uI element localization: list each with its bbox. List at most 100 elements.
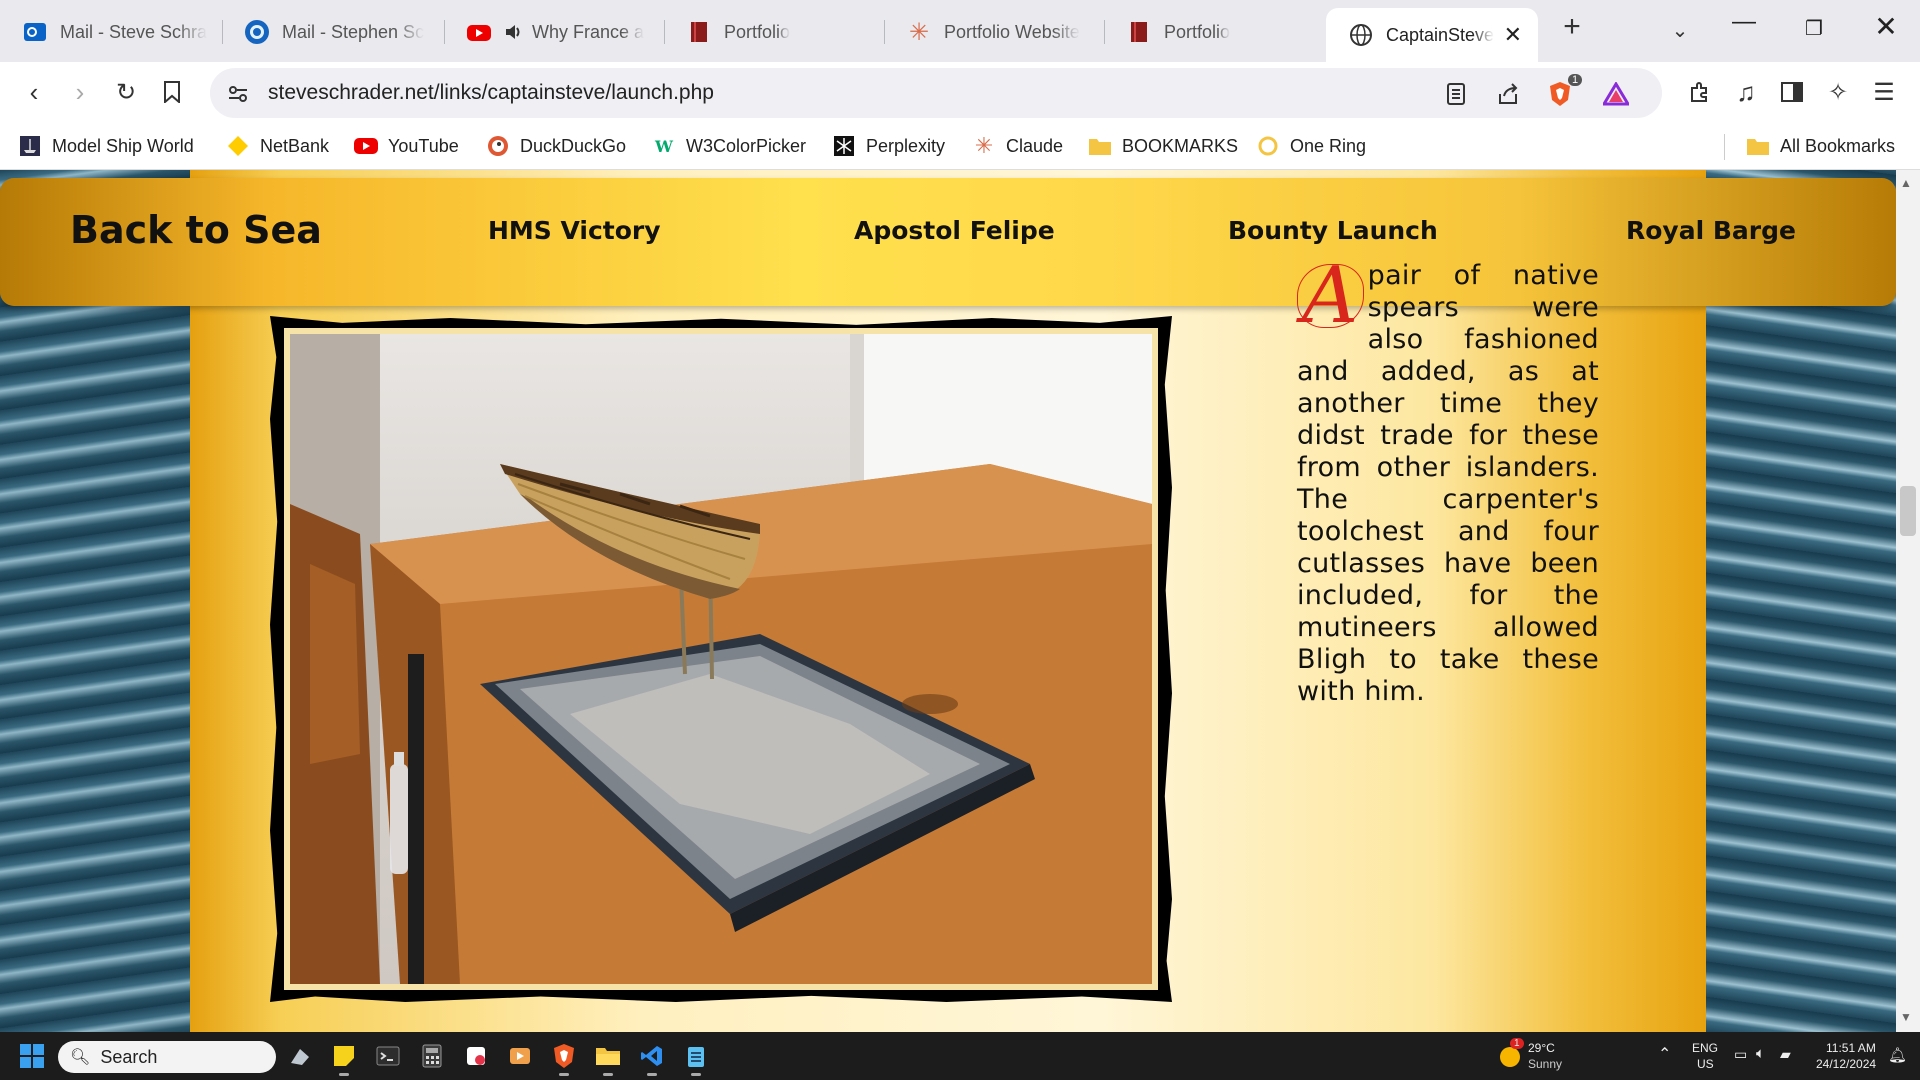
page-scrollbar[interactable]: ▲ ▼ xyxy=(1896,170,1920,1032)
start-button[interactable] xyxy=(20,1044,44,1068)
ring-icon xyxy=(1256,134,1280,158)
snipping-tool-app-icon[interactable] xyxy=(462,1042,490,1070)
scrollbar-thumb[interactable] xyxy=(1900,486,1916,536)
bookmark-netbank[interactable]: NetBank xyxy=(226,134,329,158)
scroll-down-arrow-icon[interactable]: ▼ xyxy=(1900,1010,1912,1024)
leo-ai-icon[interactable]: ✧ xyxy=(1820,74,1856,110)
menu-icon[interactable]: ☰ xyxy=(1866,74,1902,110)
notifications-bell-icon[interactable]: 🔔︎ xyxy=(1888,1046,1907,1064)
nav-link-bounty-launch[interactable]: Bounty Launch xyxy=(1228,216,1438,245)
bookmark-claude[interactable]: ✳ Claude xyxy=(972,133,1063,158)
bookmark-one-ring[interactable]: One Ring xyxy=(1256,134,1366,158)
bookmark-label: One Ring xyxy=(1290,135,1367,156)
tab-youtube-video[interactable]: Why France a xyxy=(444,8,659,56)
widgets-app-icon[interactable] xyxy=(286,1042,314,1070)
address-bar[interactable]: steveschrader.net/links/captainsteve/lau… xyxy=(210,68,1662,118)
bookmark-page-button[interactable] xyxy=(154,74,190,110)
battery-icon[interactable]: ▰ xyxy=(1780,1046,1791,1063)
bookmark-perplexity[interactable]: Perplexity xyxy=(832,134,945,158)
media-music-icon[interactable]: ♫ xyxy=(1728,74,1764,110)
book-icon xyxy=(686,19,712,45)
bookmark-label: DuckDuckGo xyxy=(520,135,627,156)
search-icon: 🔍︎ xyxy=(70,1049,91,1066)
weather-temperature[interactable]: 29°C xyxy=(1528,1041,1555,1055)
tab-captainsteve[interactable]: CaptainSteve ✕ xyxy=(1326,8,1538,62)
bookmark-w3colorpicker[interactable]: W W3ColorPicker xyxy=(652,134,806,158)
extensions-icon[interactable] xyxy=(1682,74,1718,110)
clock-date[interactable]: 24/12/2024 xyxy=(1816,1057,1876,1071)
globe-icon xyxy=(1348,22,1374,48)
bookmark-youtube[interactable]: YouTube xyxy=(354,134,459,158)
language-indicator-top[interactable]: ENG xyxy=(1692,1041,1718,1055)
sidebar-toggle-icon[interactable] xyxy=(1774,74,1810,110)
perplexity-icon xyxy=(832,134,856,158)
taskbar-search[interactable]: 🔍︎ Search xyxy=(58,1041,276,1073)
folder-icon xyxy=(1746,134,1770,158)
new-tab-button[interactable]: + xyxy=(1554,10,1590,44)
url-text[interactable]: steveschrader.net/links/captainsteve/lau… xyxy=(268,81,714,105)
youtube-icon xyxy=(354,134,378,158)
bookmark-folder-bookmarks[interactable]: BOOKMARKS xyxy=(1088,134,1238,158)
bookmark-label: Model Ship World xyxy=(52,135,194,156)
search-placeholder: Search xyxy=(100,1046,158,1067)
site-settings-icon[interactable] xyxy=(224,80,252,108)
tab-portfolio-website[interactable]: ✳ Portfolio Website xyxy=(884,8,1099,56)
calculator-app-icon[interactable] xyxy=(418,1042,446,1070)
bookmark-label: BOOKMARKS xyxy=(1122,135,1239,156)
bounty-launch-model-photo xyxy=(290,334,1152,984)
tab-title: Portfolio xyxy=(724,21,791,42)
weather-description[interactable]: Sunny xyxy=(1528,1057,1562,1071)
bookmark-model-ship-world[interactable]: Model Ship World xyxy=(18,134,194,158)
bookmarks-divider xyxy=(1724,134,1725,160)
clock-time[interactable]: 11:51 AM xyxy=(1826,1041,1876,1055)
nav-link-royal-barge[interactable]: Royal Barge xyxy=(1626,216,1796,245)
site-navigation: Back to Sea HMS Victory Apostol Felipe B… xyxy=(0,178,1896,306)
close-tab-icon[interactable]: ✕ xyxy=(1504,22,1522,48)
forward-button[interactable]: › xyxy=(62,74,98,110)
tab-mail-outlook[interactable]: Mail - Steve Schra xyxy=(0,8,215,56)
weather-alert-badge: 1 xyxy=(1510,1038,1524,1049)
volume-icon[interactable]: 🔈︎ xyxy=(1756,1045,1765,1062)
scroll-up-arrow-icon[interactable]: ▲ xyxy=(1900,176,1912,190)
bookmark-duckduckgo[interactable]: DuckDuckGo xyxy=(486,134,626,158)
tab-portfolio-2[interactable]: Portfolio xyxy=(1104,8,1319,56)
vscode-app-icon[interactable] xyxy=(638,1042,666,1076)
tab-portfolio-1[interactable]: Portfolio xyxy=(664,8,879,56)
bookmark-label: W3ColorPicker xyxy=(686,135,807,156)
all-bookmarks-button[interactable]: All Bookmarks xyxy=(1746,134,1895,158)
back-button[interactable]: ‹ xyxy=(16,74,52,110)
tab-search-chevron-icon[interactable]: ⌄ xyxy=(1662,18,1698,43)
tab-strip: Mail - Steve Schra Mail - Stephen Sc Why… xyxy=(0,0,1920,62)
network-icon[interactable]: ▭ xyxy=(1734,1046,1747,1063)
speaker-icon[interactable] xyxy=(504,19,524,45)
tab-title: Mail - Stephen Sc xyxy=(282,21,425,42)
youtube-icon xyxy=(466,19,492,45)
share-icon[interactable] xyxy=(1494,80,1522,108)
media-player-app-icon[interactable] xyxy=(506,1042,534,1070)
mail-app-icon xyxy=(244,19,270,45)
nav-link-apostol-felipe[interactable]: Apostol Felipe xyxy=(854,216,1055,245)
restore-button[interactable]: ❐ xyxy=(1794,16,1834,41)
book-icon xyxy=(1126,19,1152,45)
terminal-app-icon[interactable] xyxy=(374,1042,402,1070)
brave-rewards-icon[interactable] xyxy=(1602,80,1630,108)
tab-mail-stephen[interactable]: Mail - Stephen Sc xyxy=(222,8,437,56)
file-explorer-app-icon[interactable] xyxy=(594,1042,622,1076)
sticky-notes-app-icon[interactable] xyxy=(330,1042,358,1076)
language-indicator-bottom[interactable]: US xyxy=(1697,1057,1714,1071)
outlook-icon xyxy=(22,19,48,45)
tray-overflow-chevron-icon[interactable]: ⌃ xyxy=(1658,1044,1671,1064)
brave-browser-app-icon[interactable] xyxy=(550,1042,578,1076)
reload-button[interactable]: ↻ xyxy=(108,74,144,110)
site-brand-link[interactable]: Back to Sea xyxy=(70,208,322,252)
page-viewport: Back to Sea HMS Victory Apostol Felipe B… xyxy=(0,170,1896,1032)
w3-icon: W xyxy=(655,136,673,156)
windows-taskbar: 🔍︎ Search 1 29°C Sunny ⌃ ENG US ▭ 🔈︎ ▰ 1… xyxy=(0,1032,1920,1080)
bookmark-icon xyxy=(164,81,180,103)
minimize-button[interactable]: — xyxy=(1724,8,1764,36)
notepad-app-icon[interactable] xyxy=(682,1042,710,1076)
reader-mode-icon[interactable] xyxy=(1442,80,1470,108)
nav-link-hms-victory[interactable]: HMS Victory xyxy=(488,216,661,245)
close-window-button[interactable]: ✕ xyxy=(1866,10,1906,43)
shields-count-badge: 1 xyxy=(1568,74,1583,86)
